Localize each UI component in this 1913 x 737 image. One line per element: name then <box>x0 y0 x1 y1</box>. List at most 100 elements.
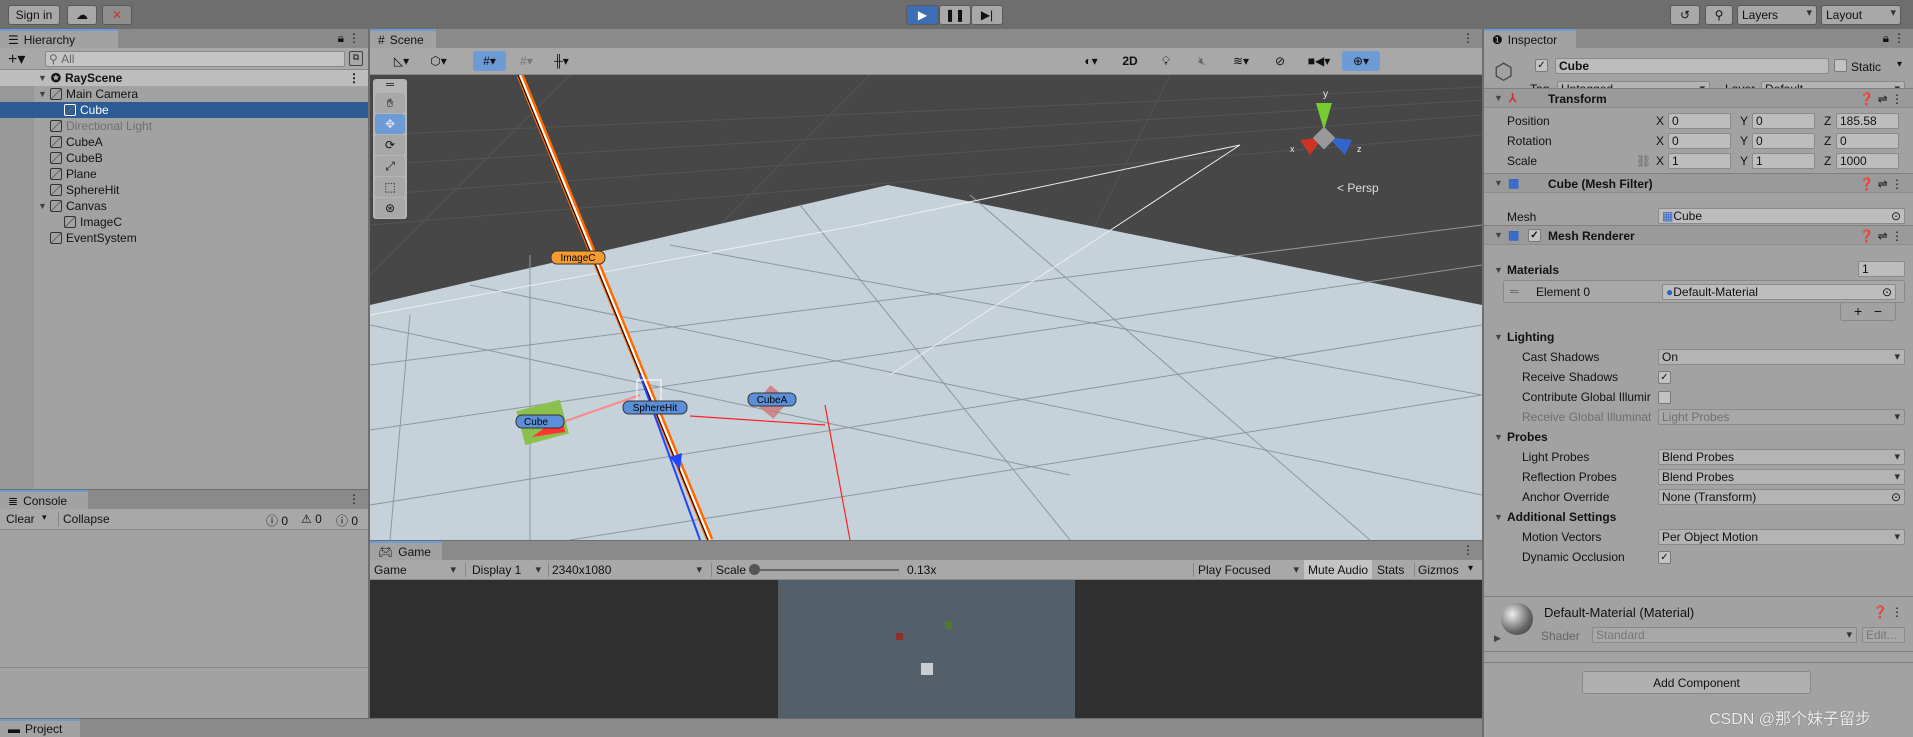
shading-button[interactable]: ◐▾ <box>1072 51 1110 71</box>
play-focused-dropdown[interactable]: Play Focused <box>1193 563 1303 577</box>
hierarchy-item[interactable]: Cube <box>0 102 368 118</box>
contribute_gi-checkbox[interactable] <box>1658 391 1671 404</box>
increment-snap-button[interactable]: ╫▾ <box>545 51 578 71</box>
cubeb-label[interactable]: Cube <box>524 417 548 428</box>
rotate-tool[interactable]: ⟳ <box>375 135 405 155</box>
scale-x-input[interactable]: 1 <box>1668 153 1731 169</box>
log-toggle[interactable]: ⓘ 0 <box>266 512 288 529</box>
more-icon[interactable]: ⋮ <box>1462 31 1474 45</box>
light_probes-dropdown[interactable]: Blend Probes <box>1658 449 1905 465</box>
visibility-toggle[interactable]: ⊘ <box>1264 51 1296 71</box>
step-button[interactable]: ▶| <box>971 5 1003 25</box>
resolution-dropdown[interactable]: 2340x1080 <box>548 563 706 577</box>
drag-handle-icon[interactable]: ═ <box>373 79 407 93</box>
lock-icon[interactable]: 🔒︎ <box>338 31 344 46</box>
sign-in-button[interactable]: Sign in <box>8 5 60 25</box>
hierarchy-item[interactable]: ▼ Main Camera <box>0 86 368 102</box>
rotation-x-input[interactable]: 0 <box>1668 133 1731 149</box>
search-button[interactable]: ⚲ <box>1705 5 1733 25</box>
scene-search-icon[interactable]: ⧉ <box>349 51 363 66</box>
cubea-label[interactable]: CubeA <box>757 395 788 406</box>
scene-view[interactable]: ImageC SphereHit CubeA Cube y x z < Pers… <box>370 75 1482 540</box>
pause-button[interactable]: ❚❚ <box>939 5 971 25</box>
materials-foldout[interactable]: Materials <box>1507 263 1559 277</box>
grid-snap-button[interactable]: #▾ <box>473 51 506 71</box>
material-field[interactable]: ● Default-Material ⊙ <box>1662 284 1896 300</box>
more-icon[interactable]: ⋮ <box>348 31 360 45</box>
gizmos-dropdown-icon[interactable]: ▾ <box>1468 563 1473 574</box>
reflection_probes-dropdown[interactable]: Blend Probes <box>1658 469 1905 485</box>
lock-icon[interactable]: 🔒︎ <box>1883 31 1889 46</box>
scale-slider[interactable] <box>749 564 899 575</box>
transform-tool[interactable]: ⊛ <box>375 198 405 218</box>
hierarchy-item[interactable]: CubeB <box>0 150 368 166</box>
hierarchy-item[interactable]: ▼ Canvas <box>0 198 368 214</box>
camera-button[interactable]: ■◀▾ <box>1300 51 1338 71</box>
mesh-field[interactable]: ▦ Cube ⊙ <box>1658 208 1905 224</box>
anchor_override-field[interactable]: None (Transform) ⊙ <box>1658 489 1905 505</box>
component-menu-icons[interactable]: ❓ ⇌ ⋮ <box>1859 229 1903 243</box>
receive_shadows-checkbox[interactable]: ✓ <box>1658 371 1671 384</box>
imagec-label[interactable]: ImageC <box>560 253 595 264</box>
clear-options-icon[interactable]: ▾ <box>42 512 47 523</box>
scale-y-input[interactable]: 1 <box>1752 153 1815 169</box>
hand-tool[interactable]: ✋︎ <box>375 93 405 113</box>
lighting-foldout[interactable]: Lighting <box>1507 330 1554 344</box>
history-button[interactable]: ↺ <box>1670 5 1700 25</box>
mesh-filter-header[interactable]: ▼ ▦ Cube (Mesh Filter) ❓ ⇌ ⋮ <box>1484 173 1913 193</box>
draw-mode-button[interactable]: ◺▾ <box>385 51 418 71</box>
hierarchy-item[interactable]: Plane <box>0 166 368 182</box>
layers-dropdown[interactable]: Layers <box>1737 5 1817 25</box>
position-z-input[interactable]: 185.58 <box>1836 113 1899 129</box>
snap-button[interactable]: #▾ <box>510 51 543 71</box>
scene-row[interactable]: ▼ ✪ RayScene ⋮ <box>0 70 368 86</box>
warning-toggle[interactable]: ⚠ 0 <box>301 512 322 526</box>
layout-dropdown[interactable]: Layout <box>1821 5 1901 25</box>
hierarchy-item[interactable]: ImageC <box>0 214 368 230</box>
position-x-input[interactable]: 0 <box>1668 113 1731 129</box>
hierarchy-item[interactable]: SphereHit <box>0 182 368 198</box>
search-input[interactable]: ⚲ All <box>45 51 345 67</box>
collapse-button[interactable]: Collapse <box>58 512 110 526</box>
more-icon[interactable]: ⋮ <box>348 71 360 85</box>
component-menu-icons[interactable]: ❓ ⇌ ⋮ <box>1859 177 1903 191</box>
error-toggle[interactable]: ⓘ 0 <box>336 512 358 529</box>
more-icon[interactable]: ⋮ <box>348 492 360 506</box>
dynamic_occlusion-checkbox[interactable]: ✓ <box>1658 551 1671 564</box>
expand-icon[interactable]: ▼ <box>38 201 47 211</box>
static-dropdown-icon[interactable]: ▾ <box>1897 59 1902 70</box>
expand-icon[interactable]: ▼ <box>38 89 47 99</box>
tab-console[interactable]: ≣ Console <box>0 490 88 509</box>
material-title[interactable]: Default-Material (Material) <box>1544 605 1694 620</box>
mesh-renderer-header[interactable]: ▼ ▦ ✓ Mesh Renderer ❓ ⇌ ⋮ <box>1484 225 1913 245</box>
name-input[interactable]: Cube <box>1555 58 1829 74</box>
mesh-renderer-enabled-checkbox[interactable]: ✓ <box>1528 229 1541 242</box>
cast_shadows-dropdown[interactable]: On <box>1658 349 1905 365</box>
audio-toggle[interactable]: 🔇︎ <box>1186 51 1218 71</box>
game-view[interactable] <box>370 580 1482 718</box>
gizmos-button[interactable]: ⊕▾ <box>1342 51 1380 71</box>
game-view-dropdown[interactable]: Game <box>374 563 460 577</box>
stats-toggle[interactable]: Stats <box>1377 563 1404 577</box>
scale-tool[interactable]: ⤢ <box>375 156 405 176</box>
tab-project[interactable]: ▬ Project <box>0 719 80 737</box>
component-menu-icons[interactable]: ❓ ⇌ ⋮ <box>1859 92 1903 106</box>
2d-toggle[interactable]: 2D <box>1114 51 1146 71</box>
remove-element-button[interactable]: − <box>1874 303 1882 319</box>
receive_gi-dropdown[interactable]: Light Probes <box>1658 409 1905 425</box>
material-menu-icons[interactable]: ❓ ⋮ <box>1873 605 1903 619</box>
move-tool[interactable]: ✥ <box>375 114 405 134</box>
scale-z-input[interactable]: 1000 <box>1836 153 1899 169</box>
gizmos-toggle[interactable]: Gizmos <box>1414 563 1459 577</box>
motion_vectors-dropdown[interactable]: Per Object Motion <box>1658 529 1905 545</box>
probes-foldout[interactable]: Probes <box>1507 430 1548 444</box>
cloud-button[interactable]: ☁ <box>67 5 97 25</box>
mute-audio-toggle[interactable]: Mute Audio <box>1304 560 1373 579</box>
more-icon[interactable]: ⋮ <box>1893 31 1905 45</box>
additional-foldout[interactable]: Additional Settings <box>1507 510 1616 524</box>
static-checkbox[interactable] <box>1834 59 1847 72</box>
shader-dropdown[interactable]: Standard <box>1592 627 1857 643</box>
object-picker-icon[interactable]: ⊙ <box>1891 209 1901 223</box>
tab-game[interactable]: 🎮︎ Game <box>370 541 442 560</box>
effects-button[interactable]: ≋▾ <box>1222 51 1260 71</box>
